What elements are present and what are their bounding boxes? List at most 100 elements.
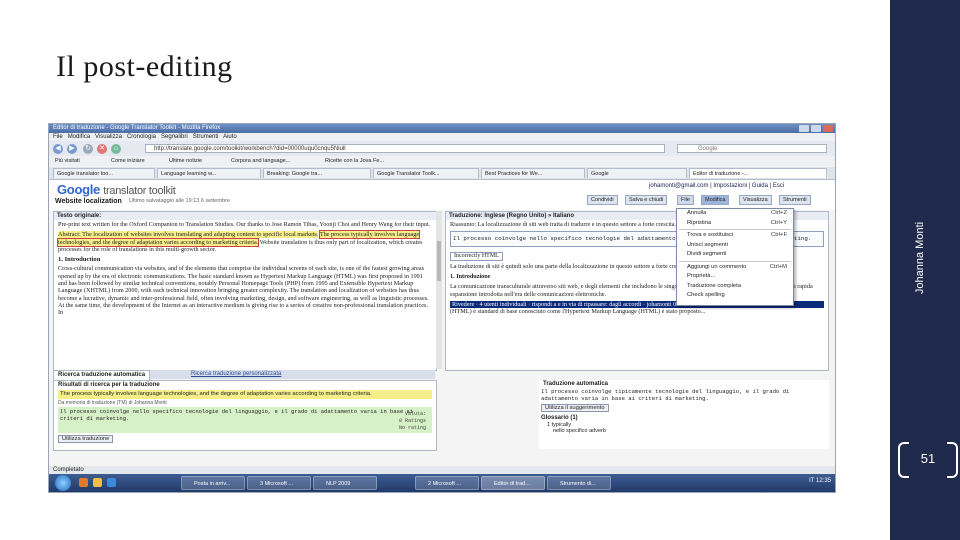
url-input[interactable]: http://translate.google.com/toolkit/work… [145,144,665,153]
browser-tab[interactable]: Google translator too... [53,168,155,178]
tools-menu-button[interactable]: Strumenti [779,195,811,205]
bookmark-item[interactable]: Ultime notizie [169,156,202,166]
gtt-logo: Google translator toolkit [57,182,176,197]
save-button[interactable]: Salva e chiudi [625,195,668,205]
menu-item-label: Annulla [687,210,707,216]
auto-translation-text: Il processo coinvolge tipicamente tecnol… [541,388,790,402]
browser-tab-active[interactable]: Editor di traduzione -... [689,168,827,178]
start-button-icon[interactable] [55,475,71,491]
menu-edit[interactable]: Modifica [68,134,90,140]
edit-menu-button[interactable]: Modifica [701,195,730,205]
minimize-button[interactable] [799,125,809,132]
edit-dropdown-menu: Annulla Ctrl+Z Ripristina Ctrl+Y Trova e s… [676,208,794,306]
taskbar-item[interactable]: Strumento di... [547,476,611,490]
share-button[interactable]: Condividi [587,195,618,205]
bookmark-item[interactable]: Come iniziare [111,156,145,166]
tm-match-text: Il processo coinvolge nello specifico te… [60,408,414,422]
view-menu-button[interactable]: Visualizza [739,195,772,205]
ie-icon[interactable] [107,478,116,487]
use-suggestion-button[interactable]: Utilizza il suggerimento [541,404,609,412]
browser-tab[interactable]: Google Translator Toolk... [373,168,479,178]
taskbar-item[interactable]: Posta in arriv... [181,476,245,490]
screenshot: Editor di traduzione - Google Translator… [48,123,836,493]
system-clock[interactable]: IT 12:35 [809,478,831,484]
window-titlebar: Editor di traduzione - Google Translator… [49,124,835,133]
menu-item-label: Aggiungi un commento [687,263,747,270]
menu-bookmarks[interactable]: Segnalibri [161,134,188,140]
reload-icon[interactable]: ↻ [83,144,93,154]
home-icon[interactable]: ⌂ [111,144,121,154]
slide-title: Il post-editing [56,50,233,83]
source-header: Testo originale: [54,212,436,220]
file-menu-button[interactable]: File [677,195,694,205]
source-heading: 1. Introduction [58,256,101,264]
format-select[interactable]: Incorrectly HTML [450,251,503,261]
target-paragraph[interactable]: (HTML) è standard di base conosciuto com… [450,308,824,315]
machine-translation-panel: Traduzione automatica Il processo coinvo… [539,380,829,449]
firefox-icon[interactable] [79,478,88,487]
logo-google: Google [57,182,100,197]
gtt-header: Google translator toolkit Website locali… [49,180,835,210]
source-pane: Testo originale: Pre-print text written … [53,211,437,371]
menu-help[interactable]: Aiuto [223,134,237,140]
menu-item-add-comment[interactable]: Aggiungi un commento Ctrl+M [677,263,793,273]
back-icon[interactable]: ◀ [53,144,63,154]
tm-rating: Valuta: 0 Ratings No rating [399,411,426,432]
menu-divider [679,260,791,262]
close-button[interactable] [823,125,833,132]
search-input[interactable]: Google [677,144,827,153]
menu-item-shortcut: Ctrl+M [769,263,787,270]
window-title: Editor di traduzione - Google Translator… [53,125,221,131]
source-paragraph[interactable]: Cross-cultural communication via website… [58,265,432,316]
browser-tab[interactable]: Google [587,168,687,178]
browser-tab[interactable]: Breaking: Google tra... [263,168,371,178]
page-number: 51 [920,451,936,466]
menu-item-redo[interactable]: Ripristina Ctrl+Y [677,219,793,229]
browser-tab[interactable]: Best Practices for We... [481,168,585,178]
source-scrollbar[interactable] [436,211,442,369]
folder-icon[interactable] [93,478,102,487]
menu-item-properties[interactable]: Proprietà... [677,272,793,282]
results-heading: Risultati di ricerca per la traduzione [58,382,160,388]
bookmark-item[interactable]: Più visitati [55,156,80,166]
rating-count: 0 Ratings [398,418,426,424]
menu-item-undo[interactable]: Annulla Ctrl+Z [677,209,793,219]
menu-item-label: Dividi segmenti [687,251,727,257]
tm-match[interactable]: Il processo coinvolge nello specifico te… [58,407,432,433]
menu-tools[interactable]: Strumenti [193,134,219,140]
menu-history[interactable]: Cronologia [127,134,156,140]
menu-item-label: Unisci segmenti [687,241,728,248]
taskbar-item[interactable]: NLP 2009 [313,476,377,490]
menu-item-label: Check spelling [687,292,725,298]
taskbar-item[interactable]: 3 Microsoft ... [247,476,311,490]
maximize-button[interactable] [811,125,821,132]
menu-item-merge-segments[interactable]: Unisci segmenti [677,241,793,251]
menu-file[interactable]: File [53,134,63,140]
rating-label: Valuta: [404,411,426,417]
menu-item-find-replace[interactable]: Trova e sostituisci Ctrl+F [677,231,793,241]
source-segment[interactable]: Abstract: The localization of websites i… [58,231,319,239]
bookmark-item[interactable]: Ricette con la Jova Fe... [325,156,384,166]
forward-icon[interactable]: ▶ [67,144,77,154]
menu-item-split-segments[interactable]: Dividi segmenti [677,250,793,260]
menu-item-check-spelling[interactable]: Check spelling [677,291,793,301]
browser-tab[interactable]: Language learning w... [157,168,261,178]
tab-custom-translation-search[interactable]: Ricerca traduzione personalizzata [187,370,285,379]
menu-item-shortcut: Ctrl+Y [770,219,787,226]
tab-machine-translation-search[interactable]: Ricerca traduzione automatica [53,370,151,380]
page-number-box: 51 [898,442,958,478]
auto-heading: Traduzione automatica [543,381,609,387]
menu-item-complete-translation[interactable]: Traduzione completa [677,282,793,292]
taskbar-item[interactable]: 2 Microsoft ... [415,476,479,490]
source-abstract[interactable]: Abstract: The localization of websites i… [56,230,432,253]
source-paragraph[interactable]: Pre-print text written for the Oxford Co… [58,221,432,228]
menu-view[interactable]: Visualizza [95,134,122,140]
stop-icon[interactable]: ✕ [97,144,107,154]
menu-divider [679,229,791,230]
user-links[interactable]: johamonti@gmail.com | Impostazioni | Gui… [649,183,784,189]
menu-item-shortcut: Ctrl+F [771,232,787,238]
bookmark-item[interactable]: Corpora and language... [231,156,290,166]
taskbar-item-active[interactable]: Editor di trad... [481,476,545,490]
translation-search-results: Risultati di ricerca per la traduzione T… [53,380,437,451]
use-translation-button[interactable]: Utilizza traduzione [58,435,114,443]
